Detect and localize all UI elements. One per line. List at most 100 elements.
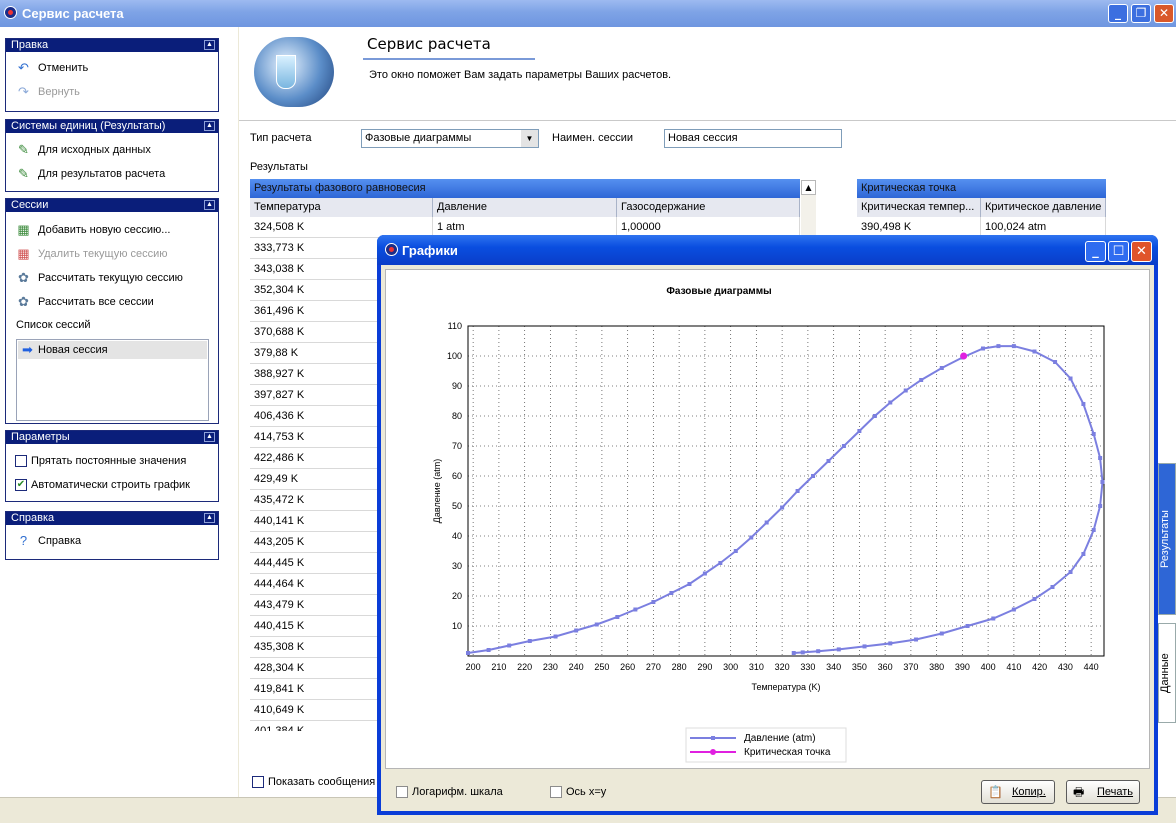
add-session-label: Добавить новую сессию... bbox=[38, 224, 171, 236]
copy-button[interactable]: 📋 Копир. bbox=[981, 780, 1055, 804]
help-panel-header[interactable]: Справка ▲ bbox=[6, 512, 218, 525]
params-panel-header[interactable]: Параметры ▲ bbox=[6, 431, 218, 444]
axis-ticks: 200 210 220 230 240 250 260 270 280 290 300 310 320 3… bbox=[447, 321, 1099, 672]
units-results-button[interactable]: ✎ Для результатов расчета bbox=[16, 166, 165, 182]
data-point bbox=[791, 651, 796, 655]
data-point bbox=[1091, 528, 1096, 532]
data-point bbox=[965, 624, 970, 628]
side-tabs: Результаты Данные bbox=[1158, 463, 1176, 753]
maximize-button[interactable]: ❐ bbox=[1131, 4, 1151, 23]
calc-type-select[interactable]: Фазовые диаграммы ▼ bbox=[361, 129, 539, 148]
auto-plot-checkbox[interactable]: ✔ Автоматически строить график bbox=[15, 477, 190, 493]
results-label: Результаты bbox=[250, 161, 308, 173]
x-tick-label: 370 bbox=[903, 662, 918, 672]
column-header-temperature[interactable]: Температура bbox=[250, 198, 433, 217]
x-tick-label: 270 bbox=[646, 662, 661, 672]
chart-series bbox=[466, 344, 1105, 655]
y-tick-label: 90 bbox=[452, 381, 462, 391]
units-panel-header[interactable]: Системы единиц (Результаты) ▲ bbox=[6, 120, 218, 133]
y-tick-label: 40 bbox=[452, 531, 462, 541]
column-header-gas-content[interactable]: Газосодержание bbox=[617, 198, 800, 217]
checkbox-unchecked[interactable] bbox=[252, 776, 264, 788]
minimize-button[interactable]: _ bbox=[1108, 4, 1128, 23]
calc-all-button[interactable]: ✿ Рассчитать все сессии bbox=[16, 294, 154, 310]
units-input-button[interactable]: ✎ Для исходных данных bbox=[16, 142, 151, 158]
remove-table-icon: ▦ bbox=[17, 246, 30, 261]
data-point bbox=[919, 378, 924, 382]
units-results-label: Для результатов расчета bbox=[38, 168, 166, 180]
data-point bbox=[857, 429, 862, 433]
data-point bbox=[1032, 349, 1037, 354]
close-button[interactable]: ✕ bbox=[1154, 4, 1174, 23]
sessions-panel-header[interactable]: Сессии ▲ bbox=[6, 199, 218, 212]
remove-session-label: Удалить текущую сессию bbox=[38, 248, 168, 260]
y-tick-label: 60 bbox=[452, 471, 462, 481]
collapse-icon[interactable]: ▲ bbox=[204, 121, 215, 131]
data-point bbox=[651, 600, 656, 604]
data-point bbox=[836, 647, 841, 652]
graph-close-button[interactable]: ✕ bbox=[1131, 241, 1152, 262]
checkbox-unchecked[interactable] bbox=[15, 455, 27, 467]
app-title: Сервис расчета bbox=[22, 6, 124, 21]
graph-window-titlebar[interactable]: Графики _ ☐ ✕ bbox=[377, 235, 1158, 265]
y-tick-label: 70 bbox=[452, 441, 462, 451]
add-session-button[interactable]: ▦ Добавить новую сессию... bbox=[16, 222, 170, 238]
print-button[interactable]: 🖶 Печать bbox=[1066, 780, 1140, 804]
units-panel-title: Системы единиц (Результаты) bbox=[11, 120, 166, 132]
edit-document-icon: ✎ bbox=[18, 142, 29, 157]
column-header-pressure[interactable]: Давление bbox=[433, 198, 617, 217]
data-point bbox=[1098, 504, 1103, 508]
remove-session-button[interactable]: ▦ Удалить текущую сессию bbox=[16, 246, 168, 262]
hide-constants-checkbox[interactable]: Прятать постоянные значения bbox=[15, 453, 186, 469]
session-list[interactable]: ➡ Новая сессия bbox=[16, 339, 209, 421]
column-header-crit-pressure[interactable]: Критическое давление bbox=[981, 198, 1106, 217]
data-point bbox=[553, 634, 558, 639]
list-item[interactable]: ➡ Новая сессия bbox=[18, 341, 207, 359]
chevron-down-icon[interactable]: ▼ bbox=[521, 130, 538, 147]
scroll-up-icon[interactable]: ▲ bbox=[801, 180, 816, 195]
x-tick-label: 410 bbox=[1006, 662, 1021, 672]
data-point bbox=[466, 651, 470, 655]
printer-icon: 🖶 bbox=[1073, 785, 1085, 799]
collapse-icon[interactable]: ▲ bbox=[204, 513, 215, 523]
tab-results[interactable]: Результаты bbox=[1158, 463, 1176, 615]
xy-axis-checkbox[interactable]: Ось x=y bbox=[550, 786, 606, 798]
edit-panel: Правка ▲ ↶ Отменить ↷ Вернуть bbox=[5, 38, 219, 112]
data-point bbox=[903, 388, 908, 393]
log-scale-checkbox[interactable]: Логарифм. шкала bbox=[396, 786, 503, 798]
checkbox-unchecked[interactable] bbox=[550, 786, 562, 798]
show-messages-checkbox[interactable]: Показать сообщения о bbox=[252, 776, 384, 788]
y-tick-label: 80 bbox=[452, 411, 462, 421]
session-name-input[interactable]: Новая сессия bbox=[664, 129, 842, 148]
calc-current-button[interactable]: ✿ Рассчитать текущую сессию bbox=[16, 270, 183, 286]
edit-panel-header[interactable]: Правка ▲ bbox=[6, 39, 218, 52]
auto-plot-label: Автоматически строить график bbox=[31, 479, 190, 491]
critical-point-marker bbox=[960, 352, 968, 360]
data-point bbox=[816, 649, 821, 654]
data-point bbox=[1098, 456, 1103, 460]
units-panel: Системы единиц (Результаты) ▲ ✎ Для исходн… bbox=[5, 119, 219, 192]
undo-button[interactable]: ↶ Отменить bbox=[16, 60, 88, 76]
redo-button[interactable]: ↷ Вернуть bbox=[16, 84, 80, 100]
data-point bbox=[1011, 344, 1016, 349]
checkmark-icon[interactable]: ✔ bbox=[15, 479, 27, 491]
collapse-icon[interactable]: ▲ bbox=[204, 200, 215, 210]
checkbox-unchecked[interactable] bbox=[396, 786, 408, 798]
chart-legend: Давление (atm) Критическая точка bbox=[685, 727, 847, 763]
tab-data[interactable]: Данные bbox=[1158, 623, 1176, 723]
y-tick-label: 10 bbox=[452, 621, 462, 631]
column-header-crit-temp[interactable]: Критическая темпер... bbox=[857, 198, 981, 217]
data-point bbox=[872, 414, 877, 418]
critical-point-table[interactable]: Критическая точка Критическая темпер... … bbox=[857, 179, 1107, 238]
help-button[interactable]: ? Справка bbox=[16, 533, 81, 549]
collapse-icon[interactable]: ▲ bbox=[204, 432, 215, 442]
help-label: Справка bbox=[38, 535, 82, 547]
graph-minimize-button[interactable]: _ bbox=[1085, 241, 1106, 262]
collapse-icon[interactable]: ▲ bbox=[204, 40, 215, 50]
calc-all-icon: ✿ bbox=[18, 294, 29, 309]
session-name: Новая сессия bbox=[38, 344, 108, 356]
graph-maximize-button[interactable]: ☐ bbox=[1108, 241, 1129, 262]
graph-window-title: Графики bbox=[402, 243, 458, 258]
graph-window: Графики _ ☐ ✕ Фазовые диаграммы 200 210 22… bbox=[377, 235, 1158, 815]
y-tick-label: 110 bbox=[448, 321, 462, 331]
